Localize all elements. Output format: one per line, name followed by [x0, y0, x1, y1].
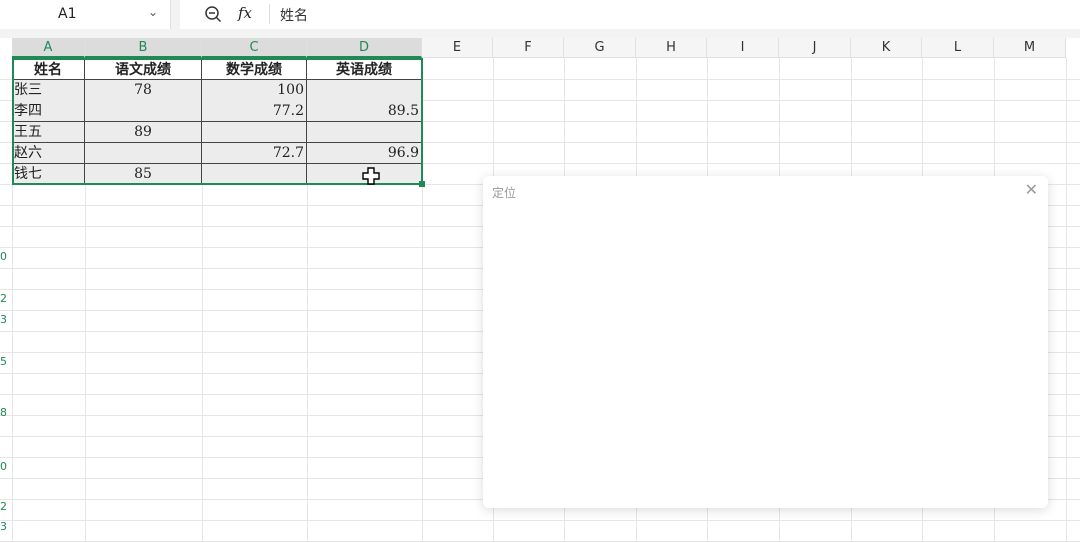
table-cell[interactable]: 78	[85, 80, 202, 101]
column-header-c[interactable]: C	[202, 38, 307, 58]
grid-vline	[422, 58, 423, 542]
table-cell[interactable]: 赵六	[12, 143, 85, 164]
column-header-m[interactable]: M	[994, 38, 1066, 58]
table-cell[interactable]: 张三	[12, 80, 85, 101]
cross-cursor-icon	[362, 167, 380, 185]
table-cell[interactable]	[307, 122, 422, 143]
header-cell[interactable]: 英语成绩	[307, 60, 422, 80]
header-cell[interactable]: 姓名	[12, 60, 85, 80]
header-cell[interactable]: 语文成绩	[85, 60, 202, 80]
name-box[interactable]: A1 ⌄	[0, 0, 171, 29]
formula-area: fx 姓名	[180, 0, 1080, 29]
row-number[interactable]: 3	[0, 313, 7, 326]
column-header-g[interactable]: G	[564, 38, 636, 58]
column-header-i[interactable]: I	[707, 38, 779, 58]
table-cell[interactable]	[202, 122, 307, 143]
goto-dialog[interactable]: 定位 ✕	[483, 176, 1048, 508]
table-cell[interactable]	[202, 164, 307, 184]
table-cell[interactable]: 89.5	[307, 101, 422, 122]
column-header-e[interactable]: E	[422, 38, 493, 58]
table-cell[interactable]: 李四	[12, 101, 85, 122]
header-gap	[0, 30, 1080, 38]
table-cell[interactable]	[85, 101, 202, 122]
grid-hline	[0, 520, 1080, 521]
table-cell[interactable]: 89	[85, 122, 202, 143]
table-cell[interactable]: 王五	[12, 122, 85, 143]
row-number[interactable]: 0	[0, 250, 7, 263]
grid-vline	[1066, 58, 1067, 542]
dialog-title: 定位	[492, 186, 517, 200]
table-cell[interactable]: 96.9	[307, 143, 422, 164]
row-number[interactable]: 0	[0, 460, 7, 473]
zoom-out-icon[interactable]	[204, 5, 222, 23]
row-number[interactable]: 2	[0, 292, 7, 305]
fx-icon[interactable]: fx	[238, 4, 252, 22]
close-icon[interactable]: ✕	[1025, 180, 1038, 199]
column-header-k[interactable]: K	[851, 38, 922, 58]
table-cell[interactable]	[307, 80, 422, 101]
row-number[interactable]: 8	[0, 406, 7, 419]
cell-reference: A1	[58, 6, 77, 22]
row-number[interactable]: 3	[0, 520, 7, 533]
divider	[269, 4, 270, 24]
header-cell[interactable]: 数学成绩	[202, 60, 307, 80]
row-number[interactable]: 5	[0, 355, 7, 368]
table-cell[interactable]: 77.2	[202, 101, 307, 122]
table-cell[interactable]	[85, 143, 202, 164]
column-header-f[interactable]: F	[493, 38, 564, 58]
column-header-h[interactable]: H	[636, 38, 707, 58]
column-header-b[interactable]: B	[85, 38, 202, 58]
table-cell[interactable]: 85	[85, 164, 202, 184]
table-cell[interactable]: 钱七	[12, 164, 85, 184]
table-cell[interactable]: 100	[202, 80, 307, 101]
column-header-j[interactable]: J	[779, 38, 851, 58]
column-header-d[interactable]: D	[307, 38, 422, 58]
fill-handle[interactable]	[419, 181, 425, 187]
formula-bar: A1 ⌄ fx 姓名	[0, 0, 1080, 31]
chevron-down-icon[interactable]: ⌄	[148, 5, 158, 19]
column-header-a[interactable]: A	[12, 38, 85, 58]
formula-input[interactable]: 姓名	[280, 5, 308, 25]
column-header-l[interactable]: L	[922, 38, 994, 58]
row-number[interactable]: 2	[0, 500, 7, 513]
table-cell[interactable]: 72.7	[202, 143, 307, 164]
